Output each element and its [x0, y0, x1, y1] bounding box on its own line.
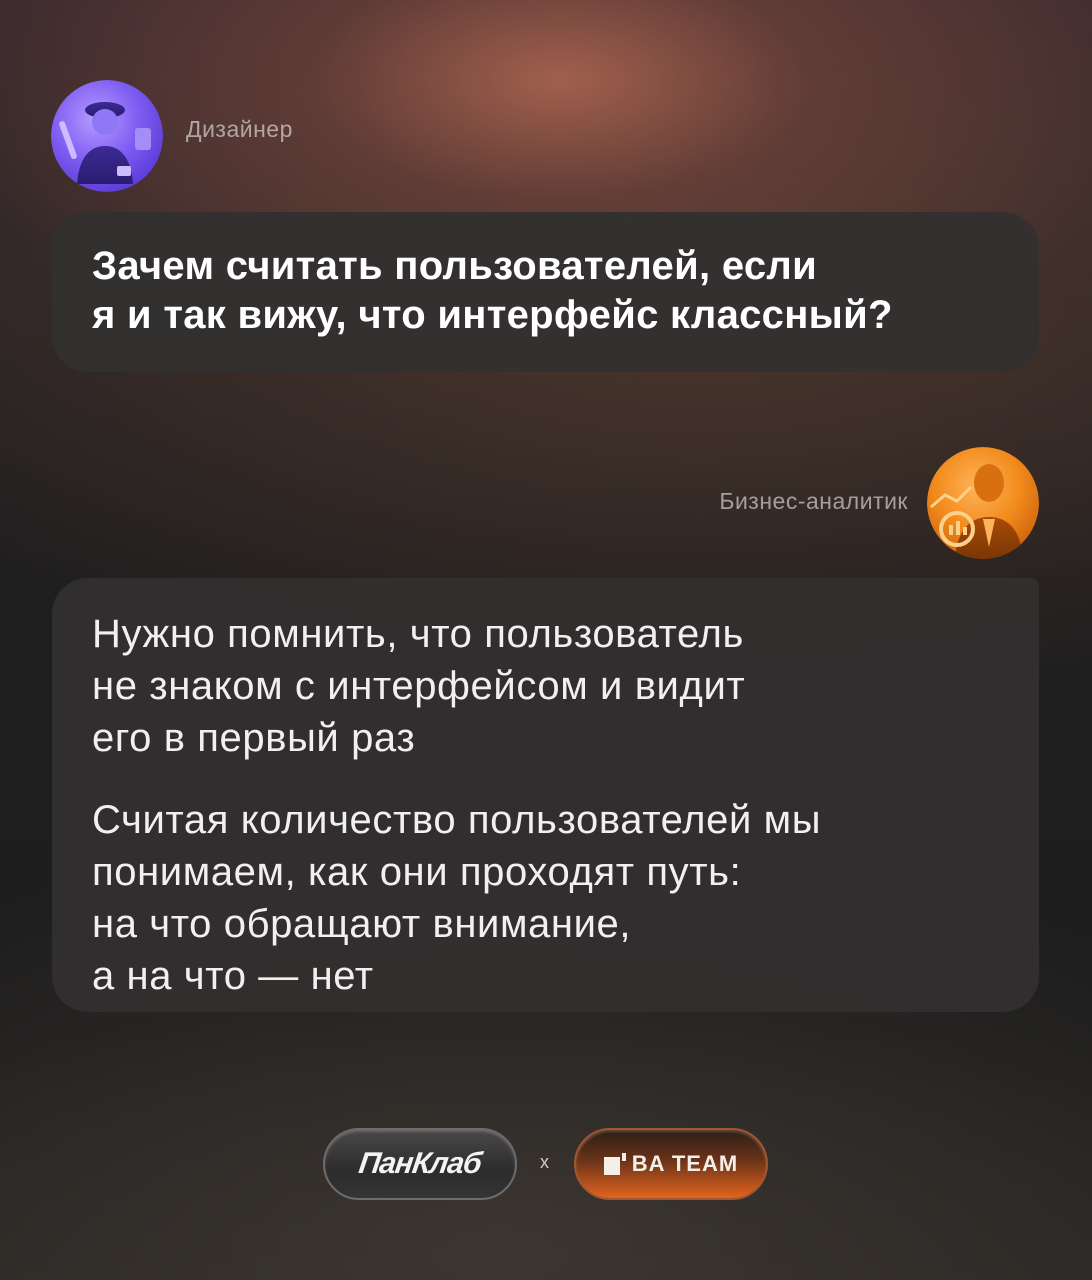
analyst-message-paragraph-1: Нужно помнить, что пользователь не знако… — [92, 608, 999, 764]
analyst-message-line: не знаком с интерфейсом и видит — [92, 664, 746, 708]
analyst-message-paragraph-2: Считая количество пользователей мы поним… — [92, 794, 999, 1002]
brand-separator: x — [540, 1152, 549, 1172]
analyst-message-line: на что обращают внимание, — [92, 902, 632, 946]
designer-message-bubble: Зачем считать пользователей, если я и та… — [52, 212, 1039, 372]
punkclub-logo-text: ПанКлаб — [356, 1147, 484, 1180]
ba-team-logo-text: BA TEAM — [631, 1151, 739, 1176]
analyst-avatar — [927, 447, 1039, 559]
analyst-message-line: понимаем, как они проходят путь: — [92, 850, 742, 894]
designer-avatar-icon — [51, 80, 163, 192]
analyst-message-line: Считая количество пользователей мы — [92, 798, 822, 842]
designer-avatar — [51, 80, 163, 192]
punkclub-logo-badge: ПанКлаб — [323, 1128, 517, 1200]
analyst-message-line: Нужно помнить, что пользователь — [92, 612, 744, 656]
analyst-avatar-icon — [927, 447, 1039, 559]
designer-message-line: Зачем считать пользователей, если — [92, 244, 817, 288]
analyst-message-line: его в первый раз — [92, 716, 416, 760]
designer-message-line: я и так вижу, что интерфейс классный? — [92, 293, 893, 337]
analyst-message-line: а на что — нет — [92, 954, 374, 998]
designer-message-text: Зачем считать пользователей, если я и та… — [92, 242, 999, 340]
analyst-message-bubble: Нужно помнить, что пользователь не знако… — [52, 578, 1039, 1012]
analyst-role-label: Бизнес-аналитик — [719, 488, 908, 514]
designer-role-label: Дизайнер — [186, 116, 293, 142]
ba-team-logo-icon — [603, 1153, 626, 1175]
ba-team-logo-badge: BA TEAM — [574, 1128, 768, 1200]
